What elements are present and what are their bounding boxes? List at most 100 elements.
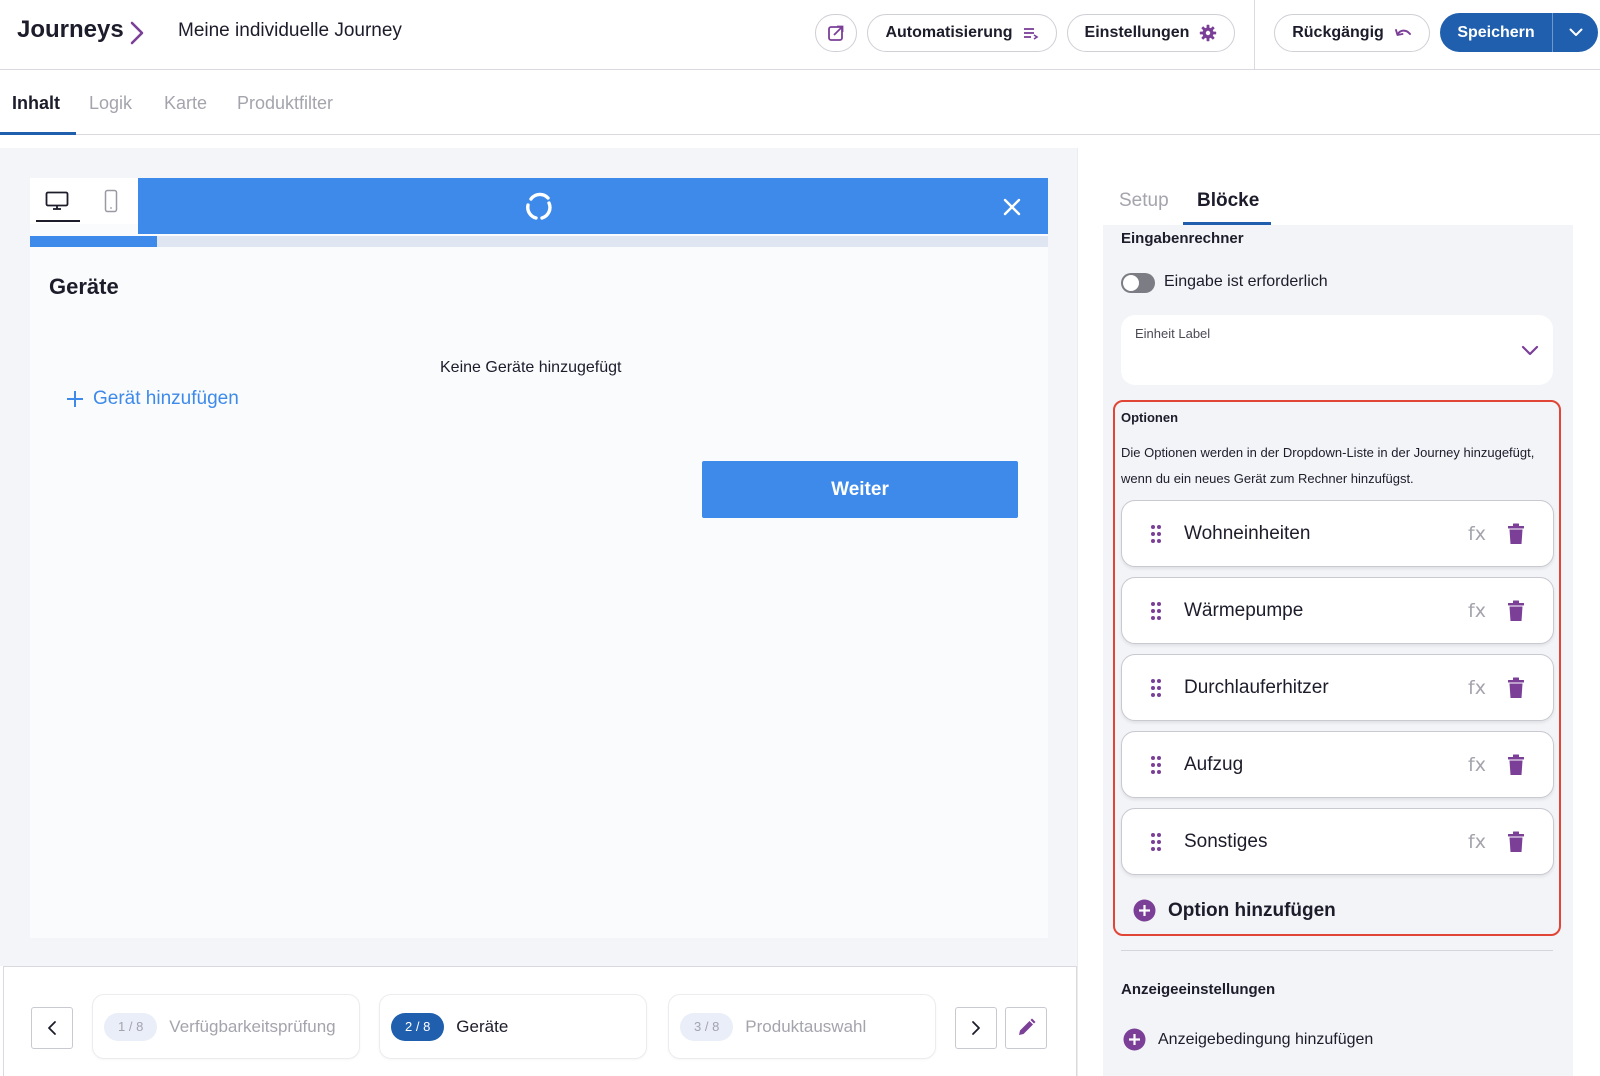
- chevron-down-icon: [1569, 28, 1582, 36]
- formula-icon[interactable]: fx: [1468, 677, 1486, 699]
- option-row[interactable]: Sonstiges fx: [1121, 808, 1554, 875]
- drag-handle-icon[interactable]: [1150, 755, 1162, 775]
- chevron-left-icon: [48, 1021, 56, 1035]
- main-tabs: Inhalt Logik Karte Produktfilter: [0, 71, 1600, 135]
- plus-circle-icon: [1133, 899, 1156, 922]
- undo-label: Rückgängig: [1292, 24, 1384, 41]
- option-row[interactable]: Wohneinheiten fx: [1121, 500, 1554, 567]
- add-option-button[interactable]: Option hinzufügen: [1133, 899, 1336, 922]
- undo-icon: [1394, 29, 1411, 36]
- tab-logik[interactable]: Logik: [89, 93, 132, 114]
- option-row[interactable]: Aufzug fx: [1121, 731, 1554, 798]
- required-toggle[interactable]: [1121, 273, 1155, 293]
- desktop-icon: [45, 191, 69, 210]
- toggle-knob: [1123, 275, 1139, 291]
- drag-handle-icon[interactable]: [1150, 832, 1162, 852]
- prev-step-button[interactable]: [31, 1007, 73, 1049]
- step-title: Geräte: [49, 274, 119, 299]
- step-number: 1 / 8: [104, 1012, 158, 1041]
- step-card-3[interactable]: 3 / 8 Produktauswahl: [668, 994, 936, 1059]
- add-display-condition-button[interactable]: Anzeigebedingung hinzufügen: [1123, 1028, 1373, 1051]
- close-icon[interactable]: [1000, 195, 1024, 219]
- options-title: Optionen: [1121, 410, 1179, 425]
- pencil-icon: [1019, 1018, 1036, 1035]
- edit-step-button[interactable]: [1005, 1007, 1047, 1049]
- unit-label-caption: Einheit Label: [1135, 326, 1211, 341]
- step-name: Produktauswahl: [745, 1016, 867, 1036]
- formula-icon[interactable]: fx: [1468, 831, 1486, 853]
- block-title: Eingabenrechner: [1121, 230, 1244, 247]
- settings-label: Einstellungen: [1084, 24, 1190, 41]
- tab-bloecke[interactable]: Blöcke: [1197, 190, 1259, 212]
- automation-label: Automatisierung: [885, 24, 1013, 41]
- chevron-right-icon: [130, 21, 144, 45]
- option-row[interactable]: Wärmepumpe fx: [1121, 577, 1554, 644]
- drag-handle-icon[interactable]: [1150, 678, 1162, 698]
- required-toggle-label: Eingabe ist erforderlich: [1164, 273, 1328, 290]
- preview-frame: [30, 178, 1048, 938]
- preview-header-bar: [138, 178, 1048, 234]
- option-row[interactable]: Durchlauferhitzer fx: [1121, 654, 1554, 721]
- add-device-button[interactable]: Gerät hinzufügen: [66, 388, 239, 410]
- step-card-1[interactable]: 1 / 8 Verfügbarkeitsprüfung: [92, 994, 360, 1059]
- device-switch: [30, 178, 138, 224]
- unit-label-select[interactable]: Einheit Label: [1121, 315, 1553, 385]
- step-card-2[interactable]: 2 / 8 Geräte: [379, 994, 647, 1059]
- gear-icon: [1200, 24, 1217, 42]
- brand-title[interactable]: Journeys: [17, 16, 124, 44]
- save-button-group: Speichern: [1440, 13, 1598, 52]
- header-divider: [1254, 0, 1255, 70]
- open-external-button[interactable]: [815, 14, 857, 52]
- plus-circle-icon: [1123, 1028, 1146, 1051]
- next-step-button[interactable]: [955, 1007, 997, 1049]
- trash-icon[interactable]: [1507, 600, 1525, 622]
- option-label[interactable]: Sonstiges: [1184, 831, 1267, 853]
- chevron-down-icon: [1521, 345, 1539, 356]
- option-label[interactable]: Wohneinheiten: [1184, 523, 1310, 545]
- save-button[interactable]: Speichern: [1440, 13, 1552, 52]
- trash-icon[interactable]: [1507, 677, 1525, 699]
- option-label[interactable]: Durchlauferhitzer: [1184, 677, 1329, 699]
- journey-title: Meine individuelle Journey: [178, 20, 402, 41]
- trash-icon[interactable]: [1507, 754, 1525, 776]
- logo-icon: [526, 192, 552, 220]
- formula-icon[interactable]: fx: [1468, 600, 1486, 622]
- trash-icon[interactable]: [1507, 523, 1525, 545]
- tab-produktfilter[interactable]: Produktfilter: [237, 93, 333, 114]
- empty-devices-text: Keine Geräte hinzugefügt: [440, 359, 622, 376]
- tab-setup[interactable]: Setup: [1119, 190, 1169, 212]
- settings-button[interactable]: Einstellungen: [1067, 14, 1235, 52]
- progress-bar: [30, 236, 1048, 247]
- chevron-right-icon: [972, 1021, 980, 1035]
- plus-icon: [67, 391, 83, 407]
- tab-inhalt[interactable]: Inhalt: [12, 93, 60, 114]
- active-tab-indicator: [0, 132, 76, 135]
- mobile-icon: [104, 189, 118, 213]
- drag-handle-icon[interactable]: [1150, 524, 1162, 544]
- next-button[interactable]: Weiter: [702, 461, 1018, 518]
- list-icon: [1023, 28, 1039, 40]
- drag-handle-icon[interactable]: [1150, 601, 1162, 621]
- formula-icon[interactable]: fx: [1468, 754, 1486, 776]
- option-label[interactable]: Wärmepumpe: [1184, 600, 1303, 622]
- mobile-view-button[interactable]: [84, 178, 138, 224]
- section-divider: [1121, 950, 1553, 951]
- desktop-view-button[interactable]: [30, 178, 84, 224]
- add-condition-label: Anzeigebedingung hinzufügen: [1158, 1030, 1374, 1048]
- options-description: Die Optionen werden in der Dropdown-List…: [1121, 445, 1535, 486]
- automation-button[interactable]: Automatisierung: [867, 14, 1057, 52]
- external-link-icon: [828, 25, 844, 41]
- step-name: Verfügbarkeitsprüfung: [169, 1016, 336, 1036]
- tab-karte[interactable]: Karte: [164, 93, 207, 114]
- add-option-label: Option hinzufügen: [1168, 899, 1336, 921]
- display-settings-title: Anzeigeeinstellungen: [1121, 981, 1276, 998]
- step-number: 2 / 8: [391, 1012, 445, 1041]
- trash-icon[interactable]: [1507, 831, 1525, 853]
- app-header: Journeys Meine individuelle Journey Auto…: [0, 0, 1600, 70]
- formula-icon[interactable]: fx: [1468, 523, 1486, 545]
- save-options-button[interactable]: [1552, 13, 1598, 52]
- option-label[interactable]: Aufzug: [1184, 754, 1243, 776]
- progress-fill: [30, 236, 158, 247]
- undo-button[interactable]: Rückgängig: [1274, 14, 1430, 52]
- step-name: Geräte: [456, 1016, 509, 1036]
